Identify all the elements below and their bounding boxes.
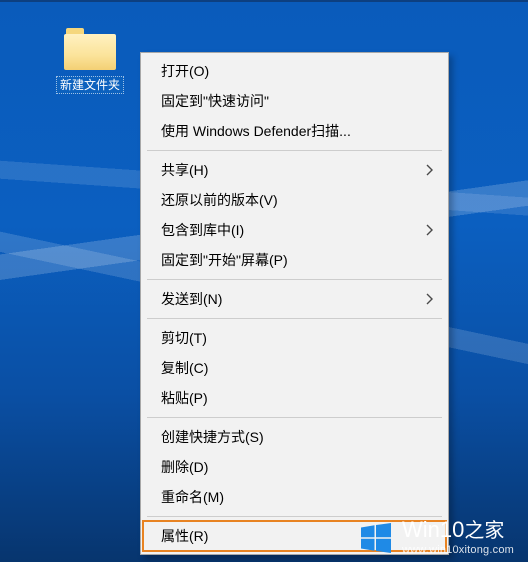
menu-item-2[interactable]: 使用 Windows Defender扫描... xyxy=(143,116,446,146)
menu-item-label: 复制(C) xyxy=(161,360,208,376)
menu-item-11[interactable]: 剪切(T) xyxy=(143,323,446,353)
menu-item-label: 发送到(N) xyxy=(161,291,222,307)
menu-item-label: 共享(H) xyxy=(161,162,208,178)
menu-separator xyxy=(147,417,442,418)
folder-icon xyxy=(64,28,116,70)
windows-logo-icon xyxy=(358,520,394,556)
menu-item-label: 使用 Windows Defender扫描... xyxy=(161,123,351,139)
menu-item-6[interactable]: 包含到库中(I) xyxy=(143,215,446,245)
menu-item-9[interactable]: 发送到(N) xyxy=(143,284,446,314)
chevron-right-icon xyxy=(426,224,434,236)
window-top-border xyxy=(0,0,528,2)
menu-item-label: 包含到库中(I) xyxy=(161,222,244,238)
menu-separator xyxy=(147,516,442,517)
menu-item-7[interactable]: 固定到"开始"屏幕(P) xyxy=(143,245,446,275)
watermark: Win10之家 www.win10xitong.com xyxy=(358,519,514,556)
menu-item-5[interactable]: 还原以前的版本(V) xyxy=(143,185,446,215)
chevron-right-icon xyxy=(426,293,434,305)
menu-item-label: 重命名(M) xyxy=(161,489,224,505)
chevron-right-icon xyxy=(426,164,434,176)
menu-item-label: 还原以前的版本(V) xyxy=(161,192,278,208)
menu-item-label: 粘贴(P) xyxy=(161,390,208,406)
folder-label: 新建文件夹 xyxy=(56,76,124,94)
menu-item-13[interactable]: 粘贴(P) xyxy=(143,383,446,413)
menu-separator xyxy=(147,279,442,280)
watermark-url: www.win10xitong.com xyxy=(402,545,514,556)
menu-item-label: 剪切(T) xyxy=(161,330,207,346)
menu-item-label: 创建快捷方式(S) xyxy=(161,429,264,445)
menu-separator xyxy=(147,150,442,151)
menu-item-15[interactable]: 创建快捷方式(S) xyxy=(143,422,446,452)
menu-item-16[interactable]: 删除(D) xyxy=(143,452,446,482)
menu-item-4[interactable]: 共享(H) xyxy=(143,155,446,185)
context-menu: 打开(O) 固定到"快速访问" 使用 Windows Defender扫描... 共享… xyxy=(140,52,449,555)
menu-item-0[interactable]: 打开(O) xyxy=(143,56,446,86)
menu-item-label: 固定到"开始"屏幕(P) xyxy=(161,252,288,268)
menu-item-label: 打开(O) xyxy=(161,63,209,79)
menu-item-label: 删除(D) xyxy=(161,459,208,475)
menu-item-17[interactable]: 重命名(M) xyxy=(143,482,446,512)
menu-item-1[interactable]: 固定到"快速访问" xyxy=(143,86,446,116)
watermark-brand: Win10之家 xyxy=(402,519,514,541)
desktop-folder[interactable]: 新建文件夹 xyxy=(51,28,129,94)
menu-item-12[interactable]: 复制(C) xyxy=(143,353,446,383)
menu-item-label: 固定到"快速访问" xyxy=(161,93,269,109)
menu-separator xyxy=(147,318,442,319)
menu-item-label: 属性(R) xyxy=(161,528,208,544)
